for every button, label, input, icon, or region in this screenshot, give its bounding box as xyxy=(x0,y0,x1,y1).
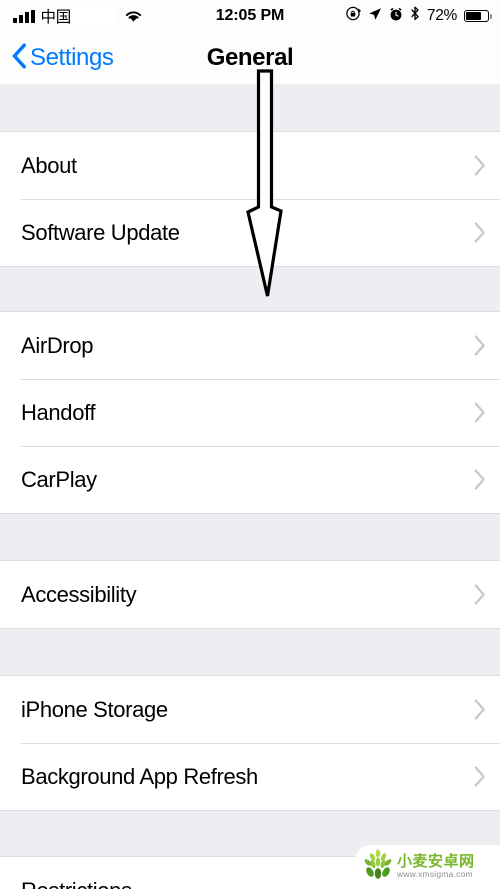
section-gap xyxy=(0,514,500,560)
rotation-lock-icon xyxy=(346,6,361,26)
settings-row-about[interactable]: About xyxy=(0,132,500,199)
watermark-url: www.xmsigma.com xyxy=(397,869,473,880)
status-bar: 中国 12:05 PM 72% xyxy=(0,0,500,32)
settings-group-2: Accessibility xyxy=(0,560,500,629)
status-bar-left: 中国 xyxy=(13,5,143,27)
alarm-clock-icon xyxy=(389,7,403,26)
settings-group-1: AirDrop Handoff CarPlay xyxy=(0,311,500,514)
battery-icon xyxy=(464,9,492,23)
chevron-right-icon xyxy=(474,335,486,356)
battery-percent-label: 72% xyxy=(426,7,457,24)
settings-row-airdrop[interactable]: AirDrop xyxy=(0,312,500,379)
section-gap xyxy=(0,267,500,311)
chevron-right-icon xyxy=(474,469,486,490)
location-arrow-icon xyxy=(368,7,382,26)
wifi-icon xyxy=(124,9,143,23)
section-gap xyxy=(0,629,500,675)
row-label: Background App Refresh xyxy=(21,763,258,789)
row-label: Accessibility xyxy=(21,581,137,607)
chevron-right-icon xyxy=(474,699,486,720)
signal-bars-icon xyxy=(13,9,35,23)
watermark-text: 小麦安卓网 www.xmsigma.com xyxy=(397,854,475,879)
settings-group-0: About Software Update xyxy=(0,131,500,267)
chevron-right-icon xyxy=(474,222,486,243)
row-label: AirDrop xyxy=(21,332,94,358)
carrier-label: 中国 xyxy=(40,9,72,26)
chevron-right-icon xyxy=(474,584,486,605)
settings-row-iphone-storage[interactable]: iPhone Storage xyxy=(0,676,500,743)
chevron-left-icon xyxy=(12,43,27,74)
site-watermark: 小麦安卓网 www.xmsigma.com xyxy=(355,845,500,889)
back-button-settings[interactable]: Settings xyxy=(8,41,120,76)
settings-list[interactable]: About Software Update AirDrop Handoff Ca… xyxy=(0,84,500,889)
chevron-right-icon xyxy=(474,155,486,176)
navigation-bar: Settings General xyxy=(0,32,500,84)
bluetooth-icon xyxy=(410,6,420,26)
section-gap xyxy=(0,84,500,131)
settings-row-accessibility[interactable]: Accessibility xyxy=(0,561,500,628)
row-label: CarPlay xyxy=(21,466,97,492)
row-label: iPhone Storage xyxy=(21,696,168,722)
settings-row-background-app-refresh[interactable]: Background App Refresh xyxy=(0,743,500,810)
row-label: Handoff xyxy=(21,399,96,425)
clock-label: 12:05 PM xyxy=(215,7,285,24)
back-button-label: Settings xyxy=(30,44,114,71)
redaction-mask xyxy=(72,5,117,27)
settings-row-carplay[interactable]: CarPlay xyxy=(0,446,500,513)
wheat-logo-icon xyxy=(361,849,395,886)
watermark-site-name: 小麦安卓网 xyxy=(397,853,475,871)
chevron-right-icon xyxy=(474,766,486,787)
row-label: Software Update xyxy=(21,219,180,245)
settings-row-software-update[interactable]: Software Update xyxy=(0,199,500,266)
settings-group-3: iPhone Storage Background App Refresh xyxy=(0,675,500,811)
row-label: About xyxy=(21,152,77,178)
status-bar-right: 72% xyxy=(346,6,492,26)
chevron-right-icon xyxy=(474,402,486,423)
settings-row-handoff[interactable]: Handoff xyxy=(0,379,500,446)
